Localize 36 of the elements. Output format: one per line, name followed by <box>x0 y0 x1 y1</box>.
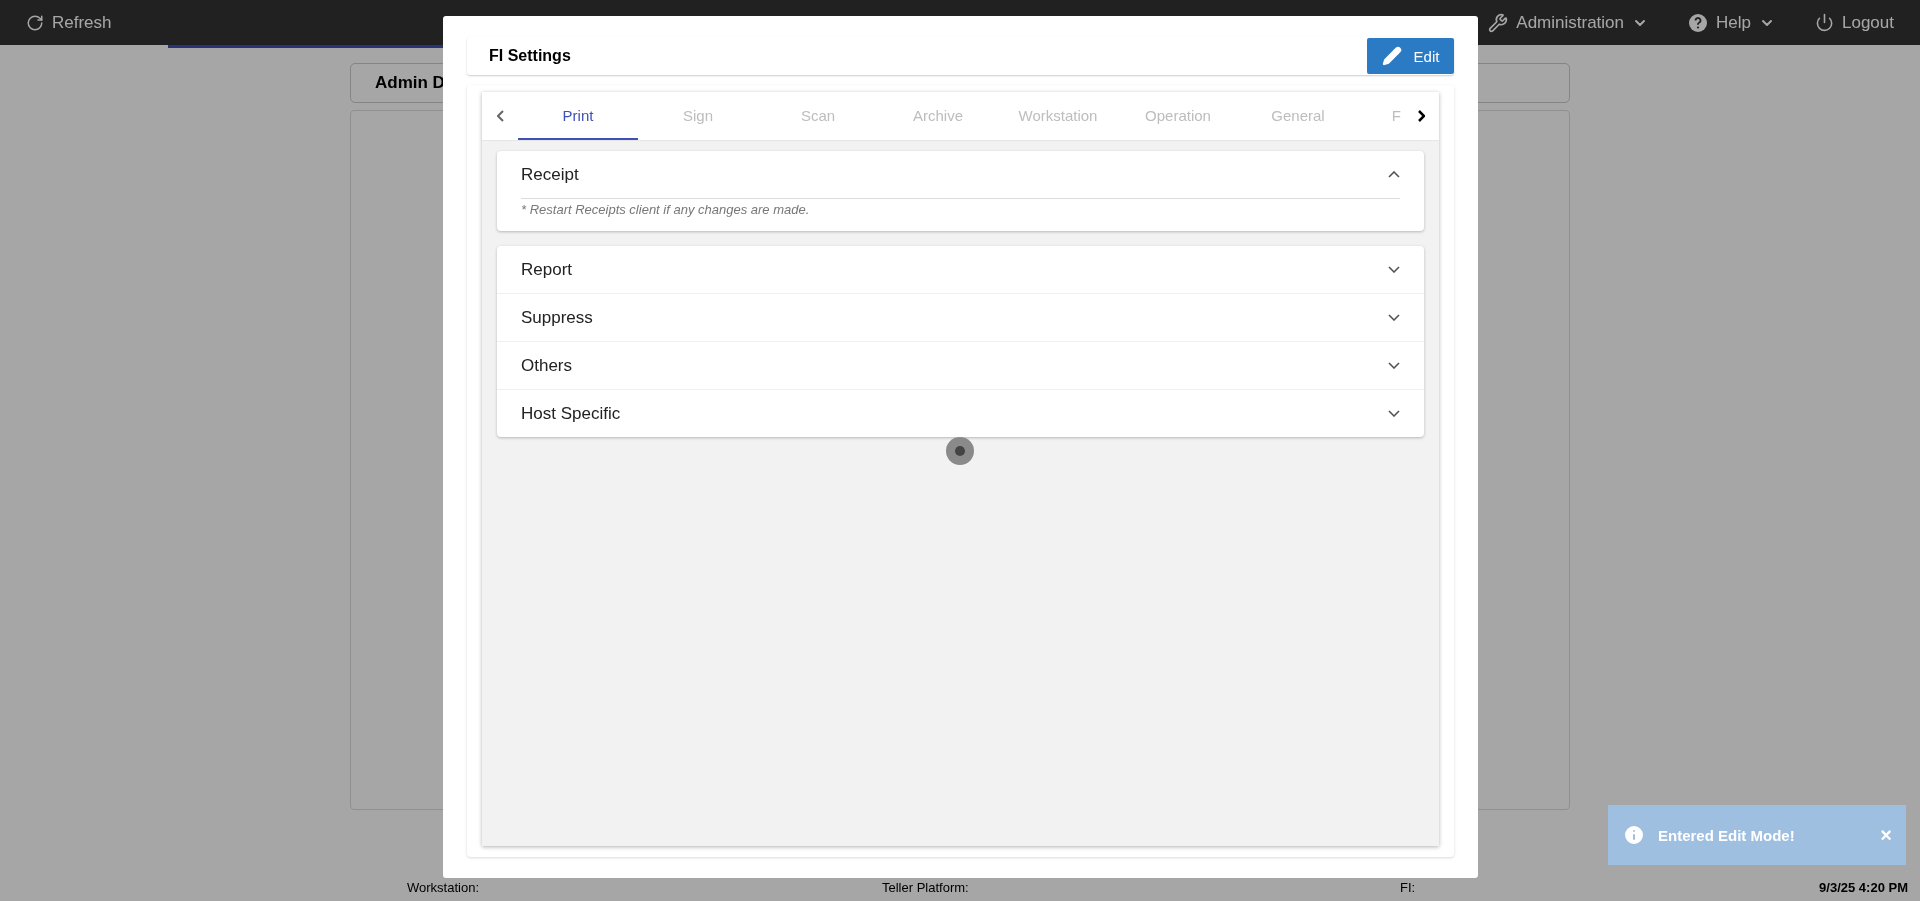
expand-icon <box>1388 410 1400 417</box>
expand-icon <box>1388 314 1400 321</box>
help-icon <box>1688 12 1709 33</box>
expand-icon <box>1388 266 1400 273</box>
chevron-right-icon <box>1417 110 1425 122</box>
logout-button[interactable]: Logout <box>1815 12 1894 33</box>
chevron-left-icon <box>496 110 504 122</box>
pencil-icon <box>1381 46 1402 66</box>
expand-icon <box>1388 362 1400 369</box>
edit-button[interactable]: Edit <box>1367 38 1454 74</box>
section-title: Host Specific <box>521 403 621 424</box>
date-time: 9/3/25 4:20 PM <box>1819 880 1908 895</box>
refresh-button[interactable]: Refresh <box>26 12 112 33</box>
accordion-header[interactable]: Others <box>497 341 1424 389</box>
accordion-header[interactable]: Suppress <box>497 293 1424 341</box>
section-title: Suppress <box>521 307 593 328</box>
accordion-header[interactable]: Report <box>497 246 1424 293</box>
power-icon <box>1815 13 1834 32</box>
dialog-title: FI Settings <box>489 47 571 65</box>
menu-dropdown[interactable]: Help <box>1688 12 1775 33</box>
spinner-icon <box>946 437 974 465</box>
accordion-header[interactable]: Host Specific <box>497 389 1424 437</box>
teller-platform-label: Teller Platform: <box>882 880 970 895</box>
refresh-icon <box>26 13 44 32</box>
collapse-icon <box>1388 171 1400 178</box>
menu-dropdown[interactable]: Administration <box>1488 12 1649 33</box>
info-icon <box>1622 823 1646 847</box>
section-title: Others <box>521 355 573 376</box>
note-text: * Restart Receipts client if any changes are made. <box>521 198 1400 231</box>
workstation-label: Workstation: <box>407 880 480 895</box>
wrench-icon <box>1488 12 1509 33</box>
section-title: Receipt <box>521 164 579 185</box>
toast-message: Entered Edit Mode! <box>1658 826 1796 844</box>
accordion-header[interactable]: Receipt <box>497 151 1424 198</box>
fi-label: FI: <box>1400 880 1417 895</box>
section-title: Report <box>521 259 573 280</box>
